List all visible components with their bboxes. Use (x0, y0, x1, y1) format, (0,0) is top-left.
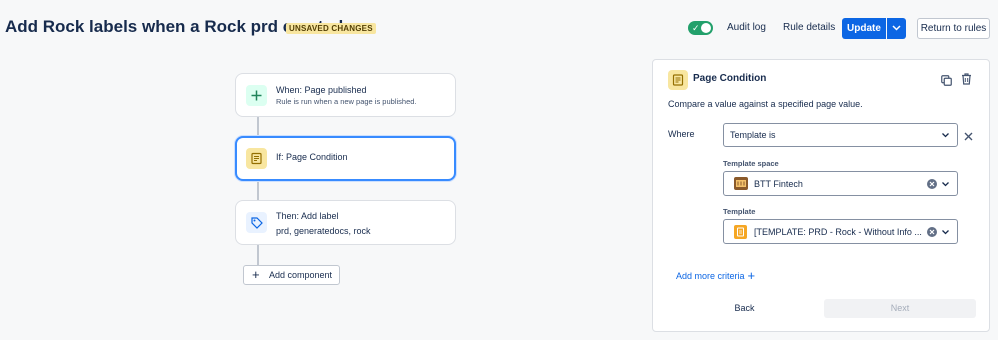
chevron-down-icon (942, 133, 949, 138)
update-dropdown-button[interactable] (887, 18, 906, 39)
template-space-value: BTT Fintech (754, 179, 803, 189)
copy-icon[interactable] (941, 73, 952, 91)
rule-details-button[interactable]: Rule details (783, 19, 835, 37)
unsaved-changes-badge: UNSAVED CHANGES (286, 23, 376, 34)
template-space-label: Template space (723, 159, 779, 168)
panel-description: Compare a value against a specified page… (668, 99, 863, 109)
trigger-title: When: Page published (276, 85, 367, 95)
action-node[interactable]: Then: Add label prd, generatedocs, rock (235, 200, 456, 245)
flow-connector (257, 117, 259, 136)
close-icon (964, 132, 973, 141)
tag-icon (246, 212, 267, 233)
chevron-down-icon (942, 230, 949, 235)
field-select-value: Template is (730, 130, 776, 140)
template-select[interactable]: [TEMPLATE: PRD - Rock - Without Info ... (723, 219, 958, 244)
add-component-button[interactable]: + Add component (243, 265, 340, 285)
clear-icon[interactable] (927, 227, 937, 237)
condition-title: If: Page Condition (276, 152, 348, 162)
audit-log-button[interactable]: Audit log (727, 19, 766, 37)
template-value: [TEMPLATE: PRD - Rock - Without Info ... (754, 227, 922, 237)
flow-connector (257, 245, 259, 265)
plus-icon: + (747, 268, 756, 283)
back-button[interactable]: Back (727, 299, 762, 317)
add-more-criteria-label: Add more criteria (676, 271, 745, 281)
check-icon: ✓ (692, 23, 700, 33)
return-to-rules-button[interactable]: Return to rules (917, 18, 990, 39)
toggle-knob (701, 23, 711, 33)
add-more-criteria-button[interactable]: Add more criteria + (676, 268, 755, 283)
page-condition-icon (668, 70, 688, 90)
plus-icon: + (252, 267, 260, 282)
remove-condition-button[interactable] (964, 128, 973, 146)
where-label: Where (668, 129, 695, 139)
next-button[interactable]: Next (824, 299, 976, 318)
chevron-down-icon (892, 25, 901, 31)
clear-icon[interactable] (927, 179, 937, 189)
add-component-label: Add component (269, 270, 333, 280)
trash-icon[interactable] (961, 72, 972, 90)
field-select[interactable]: Template is (723, 123, 958, 147)
trigger-node[interactable]: When: Page published Rule is run when a … (235, 73, 456, 117)
flow-connector (257, 181, 259, 200)
template-space-select[interactable]: BTT Fintech (723, 171, 958, 196)
action-subtitle: prd, generatedocs, rock (276, 226, 371, 236)
template-label: Template (723, 207, 756, 216)
page-condition-icon (246, 148, 267, 169)
update-button[interactable]: Update (842, 18, 886, 39)
rule-enabled-toggle[interactable]: ✓ (688, 21, 713, 35)
chevron-down-icon (942, 182, 949, 187)
template-page-icon (734, 225, 747, 239)
panel-title: Page Condition (693, 73, 767, 84)
plus-icon (246, 85, 267, 106)
space-avatar-icon (734, 177, 748, 190)
condition-node[interactable]: If: Page Condition (235, 136, 456, 181)
trigger-subtitle: Rule is run when a new page is published… (276, 97, 417, 106)
page-condition-panel: Page Condition Compare a value against a… (652, 59, 990, 332)
action-title: Then: Add label (276, 211, 339, 221)
